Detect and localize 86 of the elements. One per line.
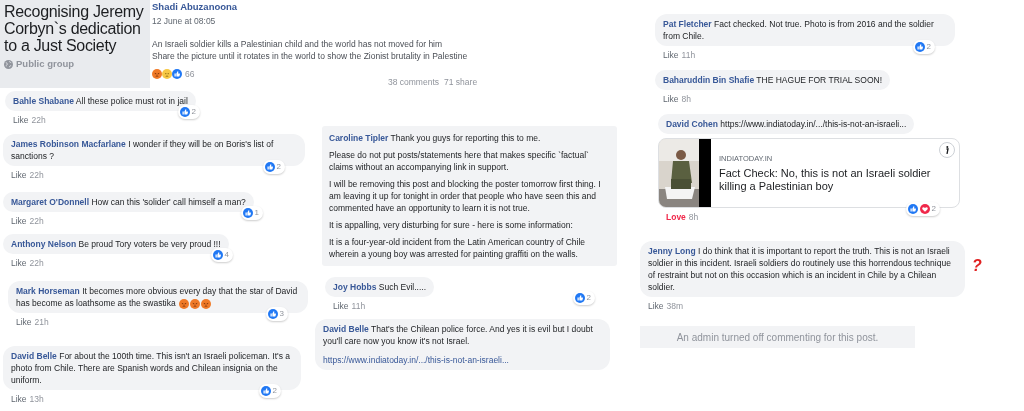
like-link[interactable]: Like — [11, 215, 27, 228]
thumbs-up-icon — [260, 386, 271, 396]
comment-text: Jenny Long I do think that it is important to report the truth. This is not an Israeli soldier in this incident. Israeli soldiers do routinely use this horrendous technique of restraint but not on this occasion which is an incident in Chile by a Chilean soldier. — [648, 245, 952, 293]
heart-icon — [919, 204, 930, 214]
preview-title: Fact Check: No, this is not an Israeli soldier killing a Palestinian boy — [719, 167, 931, 194]
like-link[interactable]: Like — [16, 316, 32, 329]
comment-time: 13h — [29, 393, 44, 406]
comment-link[interactable]: https://www.indiatoday.in/.../this-is-not-an-israeli... — [323, 354, 509, 366]
comment-time: 22h — [29, 169, 44, 182]
comment-paragraph: Please do not put posts/statements here that makes specific `factual` claims without an accompanying link in support. — [329, 149, 590, 173]
thumbs-up-icon — [914, 42, 925, 52]
comment-time: 8h — [681, 93, 692, 106]
comment-text: Bahle Shabane All these police must rot in jail — [13, 95, 188, 107]
sad-face-icon — [162, 69, 172, 80]
question-mark: ? — [972, 256, 982, 276]
thumbs-up-icon — [212, 250, 223, 260]
comment-time: 11h — [351, 300, 366, 313]
thumbs-up-icon — [907, 204, 918, 214]
like-link[interactable]: Like — [13, 114, 29, 127]
comment-author[interactable]: Anthony Nelson — [11, 239, 77, 249]
comment-text: Margaret O'Donnell How can this 'solider' call himself a man? — [11, 196, 246, 208]
comment-text: David Belle For about the 100th time. This isn't an Israeli policeman. It's a photo from Chile. There are Spanish words and Chilean insignia on the uniform. — [11, 350, 291, 386]
like-link[interactable]: Like — [11, 257, 27, 270]
comment-time: 38m — [666, 300, 684, 313]
like-link[interactable]: Like — [648, 300, 664, 313]
post-author[interactable]: Shadi Abuzanoona — [152, 0, 600, 15]
comment-paragraph: I will be removing this post and blocking the poster tomorrow first thing. I am leaving it up for tonight in order that people who have seen this and commented have an opportunity to learn it is not true. — [329, 178, 602, 214]
comment-author[interactable]: Jenny Long — [648, 246, 696, 256]
comment-time: 21h — [34, 316, 49, 329]
comment-text: David Cohen https://www.indiatoday.in/.../this-is-not-an-israeli... — [666, 118, 907, 130]
comment-time: 22h — [29, 257, 44, 270]
like-link[interactable]: Like — [11, 393, 27, 406]
comment-text: James Robinson Macfarlane I wonder if they will be on Boris's list of sanctions ? — [11, 138, 275, 162]
info-icon[interactable] — [939, 142, 955, 158]
comment-author[interactable]: David Belle — [11, 351, 57, 361]
comment-text: David Belle That's the Chilean police force. And yes it is evil but I doubt you'll care now you know it's not Israel. — [323, 323, 594, 347]
comment-author[interactable]: Margaret O'Donnell — [11, 197, 90, 207]
like-link[interactable]: Like — [663, 49, 679, 62]
like-link[interactable]: Like — [663, 93, 679, 106]
comment-paragraph: It is appalling, very disturbing for sure - here is some information: — [329, 219, 574, 231]
reaction-count: 66 — [185, 68, 195, 81]
thumbs-up-icon — [267, 309, 278, 319]
comment-text: Mark Horseman It becomes more obvious every day that the star of David has become as loathsome as the swastika — [16, 285, 299, 309]
post-time[interactable]: 12 June at 08:05 — [152, 15, 600, 28]
comment-text: Baharuddin Bin Shafie THE HAGUE FOR TRIAL SOON! — [663, 74, 882, 86]
comment-author[interactable]: James Robinson Macfarlane — [11, 139, 126, 149]
comment-author[interactable]: Baharuddin Bin Shafie — [663, 75, 755, 85]
reaction-badge[interactable]: 1 — [240, 206, 263, 220]
angry-face-icon — [200, 298, 211, 309]
comments-count[interactable]: 38 comments — [388, 76, 440, 89]
thumbs-up-icon — [574, 293, 585, 303]
comment-time: 11h — [681, 49, 696, 62]
comment-author[interactable]: Caroline Tipler — [329, 133, 389, 143]
globe-icon — [4, 59, 13, 69]
comment-time: 22h — [29, 215, 44, 228]
reaction-badge[interactable]: 3 — [265, 307, 288, 321]
comment-time: 22h — [31, 114, 46, 127]
comment-text: Joy Hobbs Such Evil..... — [333, 281, 427, 293]
comment-paragraph: It is a four-year-old incident from the Latin American country of Chile wherein a young boy was arrested for painting graffiti on the walls. — [329, 236, 587, 260]
comment-text: Caroline Tipler Thank you guys for reporting this to me. — [329, 132, 542, 144]
like-link[interactable]: Like — [333, 300, 349, 313]
angry-face-icon — [178, 298, 189, 309]
comment-text: Pat Fletcher Fact checked. Not true. Photo is from 2016 and the soldier from Chile. — [663, 18, 935, 42]
comment-author[interactable]: Pat Fletcher — [663, 19, 712, 29]
thumbs-up-icon — [264, 162, 275, 172]
admin-notice: An admin turned off commenting for this post. — [640, 326, 915, 348]
like-link[interactable]: Like — [11, 169, 27, 182]
comment-author[interactable]: Bahle Shabane — [13, 96, 74, 106]
comment-author[interactable]: Mark Horseman — [16, 286, 80, 296]
comment-author[interactable]: David Cohen — [666, 119, 718, 129]
angry-face-icon — [152, 69, 162, 80]
thumbs-up-icon — [179, 107, 190, 117]
comment-time: 8h — [688, 211, 699, 224]
thumbs-up-icon — [242, 208, 253, 218]
shares-count[interactable]: 71 share — [444, 76, 478, 89]
group-privacy: Public group — [16, 57, 75, 71]
like-link[interactable]: Love — [666, 211, 686, 224]
post-text: An Israeli soldier kills a Palestinian child and the world has not moved for him — [152, 38, 444, 50]
comment-author[interactable]: David Belle — [323, 324, 369, 334]
group-title: Recognising Jeremy Corbyn`s dedication to a Just Society — [4, 3, 145, 54]
thumbs-up-icon — [172, 69, 182, 80]
reaction-badge[interactable]: 4 — [210, 248, 233, 262]
angry-face-icon — [189, 298, 200, 309]
comment-author[interactable]: Joy Hobbs — [333, 282, 377, 292]
comment-text: Anthony Nelson Be proud Tory voters be very proud !!! — [11, 238, 221, 250]
post-text: Share the picture until it rotates in the world to show the Zionist brutality in Palestine — [152, 50, 469, 62]
